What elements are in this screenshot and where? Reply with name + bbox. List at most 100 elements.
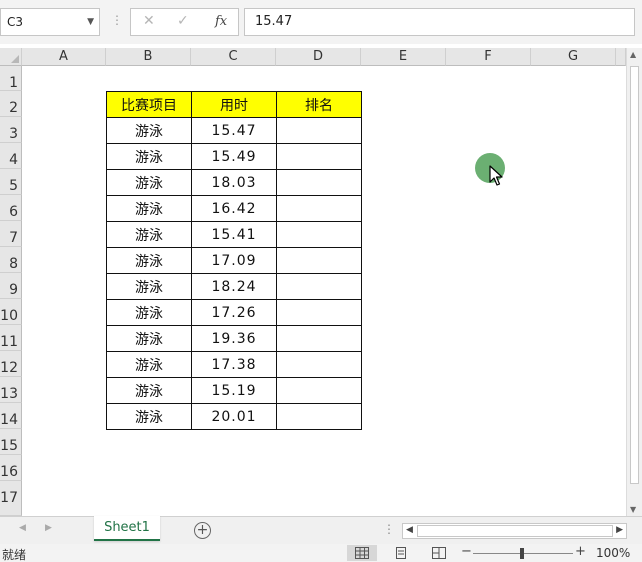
column-header-d[interactable]: D — [276, 48, 361, 66]
cell-time[interactable]: 15.49 — [191, 143, 277, 170]
cell-event[interactable]: 游泳 — [106, 299, 192, 326]
table-row: 游泳 15.49 — [106, 143, 362, 170]
cell-rank[interactable] — [276, 117, 362, 144]
row-header-15[interactable]: 15 — [0, 429, 22, 455]
column-header-b[interactable]: B — [106, 48, 191, 66]
row-header-10[interactable]: 10 — [0, 299, 22, 325]
column-header-f[interactable]: F — [446, 48, 531, 66]
cell-rank[interactable] — [276, 403, 362, 430]
row-header-6[interactable]: 6 — [0, 195, 22, 221]
scroll-down-icon[interactable]: ▼ — [630, 505, 636, 514]
cell-time[interactable]: 17.26 — [191, 299, 277, 326]
tab-sheet1[interactable]: Sheet1 — [94, 516, 160, 541]
cell-time[interactable]: 20.01 — [191, 403, 277, 430]
status-ready-text: 就绪 — [2, 548, 27, 562]
cell-event[interactable]: 游泳 — [106, 143, 192, 170]
cancel-icon[interactable]: ✕ — [143, 13, 155, 29]
vertical-scroll-thumb[interactable] — [630, 66, 639, 484]
zoom-out-icon[interactable]: − — [461, 544, 472, 559]
page-layout-view-icon[interactable] — [386, 545, 416, 561]
column-header-h[interactable] — [616, 48, 626, 66]
row-header-12[interactable]: 12 — [0, 351, 22, 377]
cell-event[interactable]: 游泳 — [106, 273, 192, 300]
row-header-11[interactable]: 11 — [0, 325, 22, 351]
name-box[interactable]: C3 ▼ — [0, 8, 100, 36]
table-row: 游泳 16.42 — [106, 195, 362, 222]
more-options-icon[interactable]: ⋮ — [111, 13, 123, 27]
cell-rank[interactable] — [276, 143, 362, 170]
normal-view-icon[interactable] — [347, 545, 377, 561]
scroll-up-icon[interactable]: ▲ — [630, 50, 636, 59]
insert-function-icon[interactable]: fx — [215, 14, 227, 29]
cell-event[interactable]: 游泳 — [106, 169, 192, 196]
cell-time[interactable]: 18.03 — [191, 169, 277, 196]
column-header-c[interactable]: C — [191, 48, 276, 66]
row-header-7[interactable]: 7 — [0, 221, 22, 247]
zoom-level[interactable]: 100% — [596, 546, 630, 560]
cell-rank[interactable] — [276, 351, 362, 378]
header-cell-time[interactable]: 用时 — [191, 91, 277, 118]
vertical-scrollbar[interactable]: ▲ ▼ — [626, 48, 642, 516]
cell-event[interactable]: 游泳 — [106, 221, 192, 248]
row-header-3[interactable]: 3 — [0, 117, 22, 143]
tab-scroll-right-icon[interactable]: ▶ — [45, 523, 52, 533]
table-row: 游泳 15.41 — [106, 221, 362, 248]
cell-rank[interactable] — [276, 377, 362, 404]
cell-rank[interactable] — [276, 169, 362, 196]
cell-rank[interactable] — [276, 299, 362, 326]
cell-rank[interactable] — [276, 195, 362, 222]
cell-event[interactable]: 游泳 — [106, 351, 192, 378]
cell-event[interactable]: 游泳 — [106, 247, 192, 274]
horizontal-scroll-thumb[interactable] — [417, 525, 613, 537]
tab-scroll-left-icon[interactable]: ◀ — [19, 523, 26, 533]
row-header-14[interactable]: 14 — [0, 403, 22, 429]
header-cell-rank[interactable]: 排名 — [276, 91, 362, 118]
row-header-1[interactable]: 1 — [0, 66, 22, 91]
zoom-in-icon[interactable]: + — [575, 544, 586, 559]
column-header-e[interactable]: E — [361, 48, 446, 66]
cell-time[interactable]: 15.47 — [191, 117, 277, 144]
page-break-view-icon[interactable] — [424, 545, 454, 561]
zoom-slider-thumb[interactable] — [520, 548, 524, 559]
cell-time[interactable]: 18.24 — [191, 273, 277, 300]
cell-rank[interactable] — [276, 273, 362, 300]
chevron-down-icon[interactable]: ▼ — [87, 9, 94, 35]
header-cell-event[interactable]: 比赛项目 — [106, 91, 192, 118]
cell-time[interactable]: 16.42 — [191, 195, 277, 222]
cell-time[interactable]: 17.09 — [191, 247, 277, 274]
formula-input[interactable]: 15.47 — [244, 8, 635, 36]
row-header-5[interactable]: 5 — [0, 169, 22, 195]
table-row: 游泳 18.03 — [106, 169, 362, 196]
cell-time[interactable]: 15.41 — [191, 221, 277, 248]
cell-rank[interactable] — [276, 247, 362, 274]
row-header-13[interactable]: 13 — [0, 377, 22, 403]
column-header-g[interactable]: G — [531, 48, 616, 66]
row-header-2[interactable]: 2 — [0, 91, 22, 117]
cell-time[interactable]: 19.36 — [191, 325, 277, 352]
cell-event[interactable]: 游泳 — [106, 195, 192, 222]
add-sheet-icon[interactable]: + — [194, 522, 211, 539]
row-header-17[interactable]: 17 — [0, 481, 22, 516]
row-header-8[interactable]: 8 — [0, 247, 22, 273]
row-header-4[interactable]: 4 — [0, 143, 22, 169]
cell-event[interactable]: 游泳 — [106, 325, 192, 352]
formula-buttons: ✕ ✓ fx — [130, 8, 239, 36]
column-header-a[interactable]: A — [22, 48, 106, 66]
row-header-16[interactable]: 16 — [0, 455, 22, 481]
tab-splitter-icon[interactable]: ⋮ — [383, 522, 395, 536]
cell-rank[interactable] — [276, 325, 362, 352]
formula-bar: C3 ▼ ⋮ ✕ ✓ fx 15.47 — [0, 0, 642, 44]
cell-event[interactable]: 游泳 — [106, 117, 192, 144]
row-header-9[interactable]: 9 — [0, 273, 22, 299]
cell-rank[interactable] — [276, 221, 362, 248]
cell-time[interactable]: 17.38 — [191, 351, 277, 378]
cell-event[interactable]: 游泳 — [106, 377, 192, 404]
enter-icon[interactable]: ✓ — [177, 13, 189, 29]
scroll-right-icon[interactable]: ▶ — [616, 525, 623, 535]
cell-time[interactable]: 15.19 — [191, 377, 277, 404]
horizontal-scrollbar[interactable]: ◀ ▶ — [402, 523, 627, 539]
excel-window: C3 ▼ ⋮ ✕ ✓ fx 15.47 A B C D E F G 1 2 3 … — [0, 0, 642, 562]
select-all-button[interactable] — [0, 48, 22, 66]
scroll-left-icon[interactable]: ◀ — [406, 525, 413, 535]
cell-event[interactable]: 游泳 — [106, 403, 192, 430]
